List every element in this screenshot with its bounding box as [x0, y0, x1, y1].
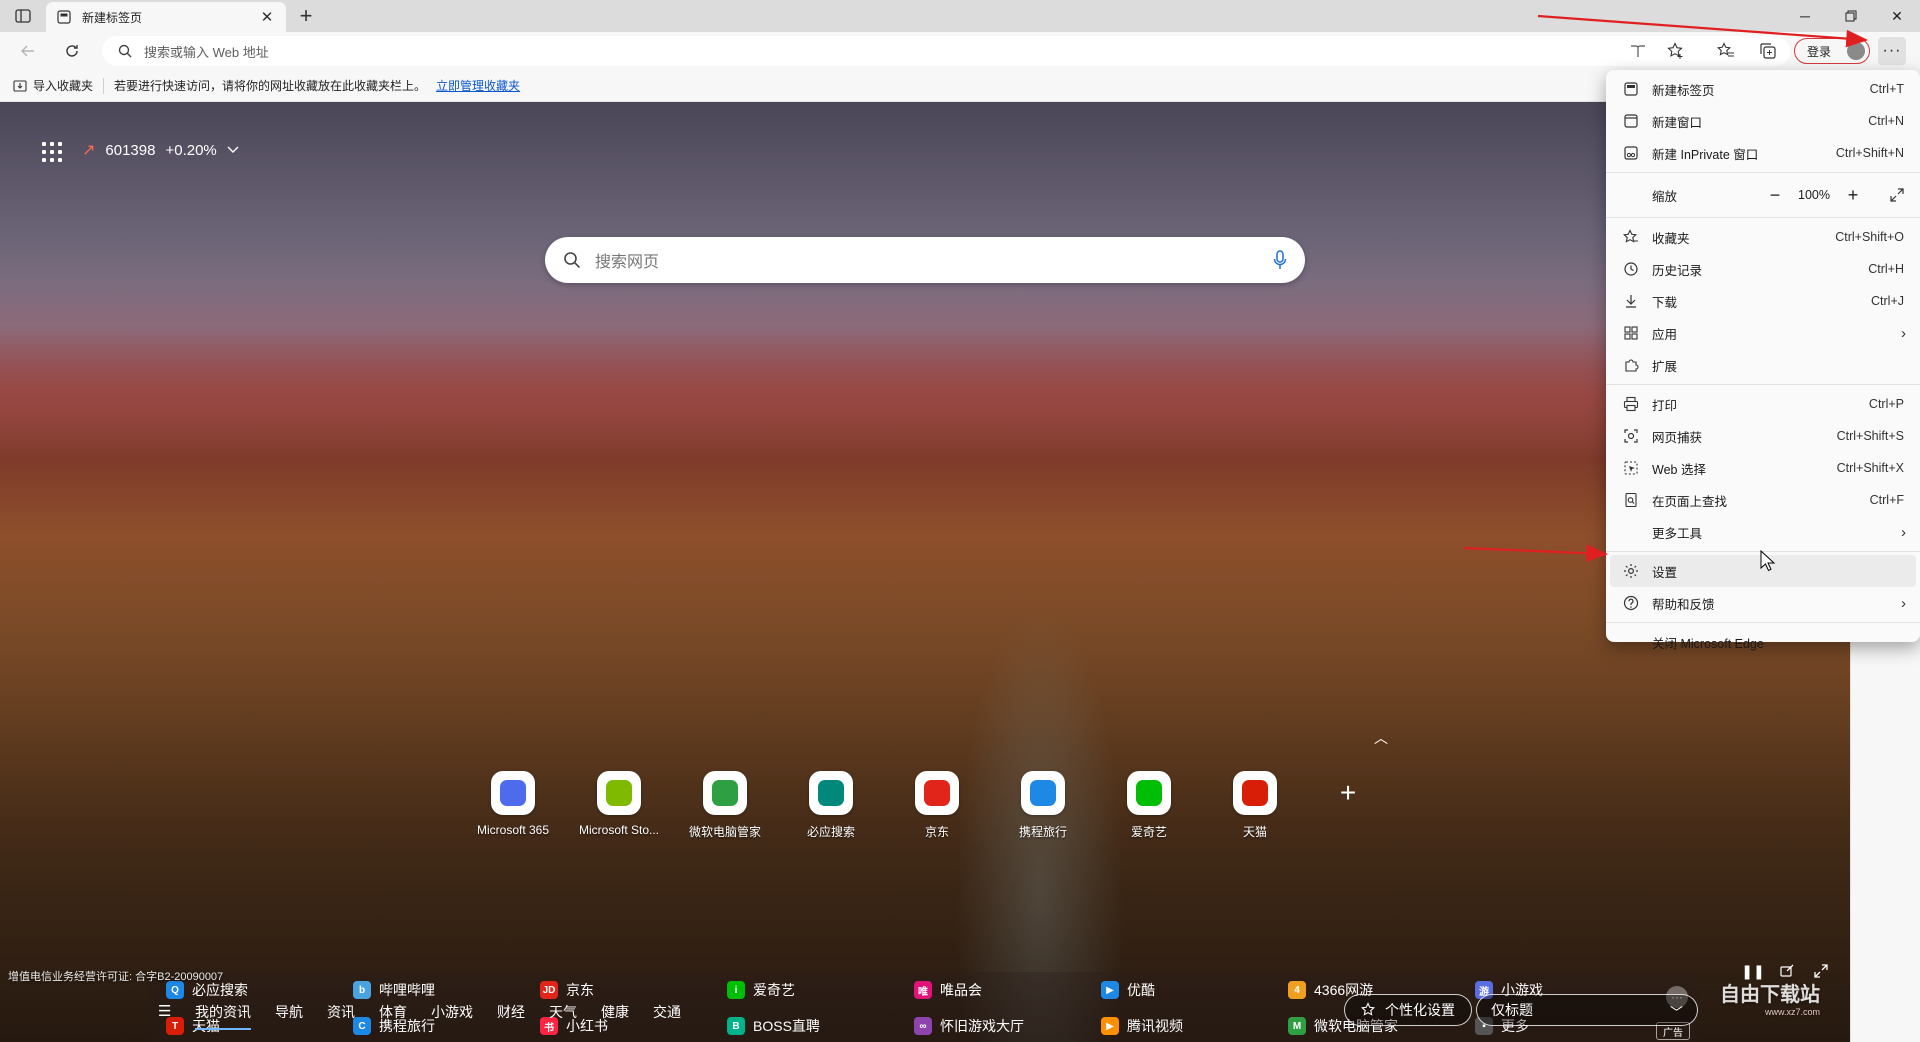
annotation-arrow-settings: [1463, 544, 1609, 562]
annotation-arrow-more: [1537, 14, 1869, 48]
mouse-cursor-icon: [1760, 550, 1776, 572]
annotation-arrows: [1463, 14, 1869, 562]
